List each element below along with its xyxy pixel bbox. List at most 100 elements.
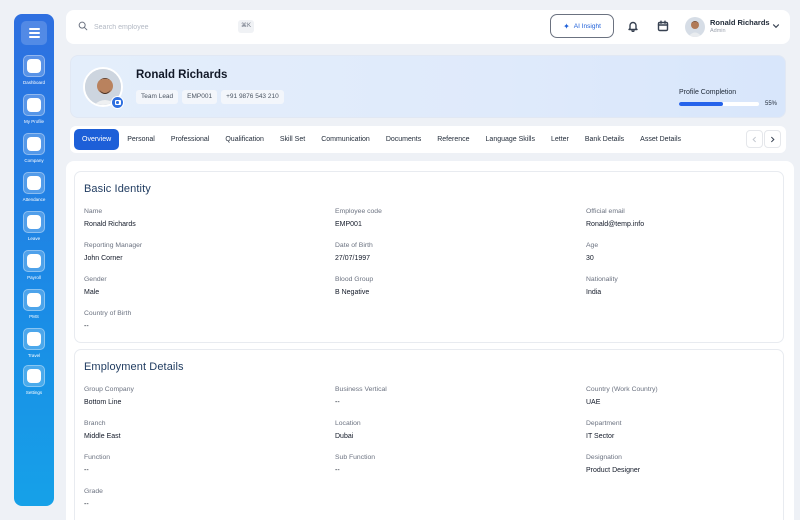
blood-group-label: Blood Group xyxy=(335,276,374,283)
tab-language-skills[interactable]: Language Skills xyxy=(478,129,543,150)
sidebar-item-dashboard[interactable]: Dashboard xyxy=(14,55,54,85)
sidebar-item-travel[interactable]: Travel xyxy=(14,328,54,358)
reporting-manager-value: John Corner xyxy=(84,255,123,262)
sidebar-item-label: Settings xyxy=(25,390,43,395)
sidebar-item-settings[interactable]: Settings xyxy=(14,365,54,395)
sidebar-item-label: My Profile xyxy=(23,119,44,124)
company-icon xyxy=(23,133,45,155)
department-label: Department xyxy=(586,420,622,427)
profile-chips: Team Lead EMP001 +91 9876 543 210 xyxy=(136,90,284,104)
sidebar-item-pms[interactable]: PMS xyxy=(14,289,54,319)
hamburger-menu-icon[interactable] xyxy=(21,21,47,45)
employee-code-chip: EMP001 xyxy=(182,90,218,104)
user-role: Admin xyxy=(710,28,726,34)
dashboard-icon xyxy=(23,55,45,77)
attendance-icon xyxy=(23,172,45,194)
branch-label: Branch xyxy=(84,420,106,427)
sub-function-value: -- xyxy=(335,467,340,474)
profile-completion-value: 55% xyxy=(765,101,778,107)
basic-identity-title: Basic Identity xyxy=(84,183,151,195)
sidebar-item-my-profile[interactable]: My Profile xyxy=(14,94,54,124)
tab-asset-details[interactable]: Asset Details xyxy=(632,129,689,150)
name-value: Ronald Richards xyxy=(84,221,136,228)
nationality-label: Nationality xyxy=(586,276,618,283)
official-email-label: Official email xyxy=(586,208,625,215)
date-of-birth-label: Date of Birth xyxy=(335,242,373,249)
country-work-country-value: UAE xyxy=(586,399,601,406)
search-input[interactable] xyxy=(94,19,224,35)
gender-label: Gender xyxy=(84,276,107,283)
calendar-icon[interactable] xyxy=(657,20,669,32)
tab-scroll-right-button[interactable] xyxy=(764,130,781,148)
business-vertical-value: -- xyxy=(335,399,340,406)
sidebar-item-label: Payroll xyxy=(27,275,41,280)
reporting-manager-label: Reporting Manager xyxy=(84,242,143,249)
profile-completion-bar xyxy=(679,102,759,106)
sidebar-item-label: Leave xyxy=(27,236,41,241)
sidebar-item-label: PMS xyxy=(29,314,39,319)
user-avatar[interactable] xyxy=(685,17,705,37)
designation-chip: Team Lead xyxy=(136,90,179,104)
name-label: Name xyxy=(84,208,103,215)
sidebar-item-label: Company xyxy=(24,158,44,163)
date-of-birth-value: 27/07/1997 xyxy=(335,255,371,262)
profile-name: Ronald Richards xyxy=(136,69,228,81)
basic-identity-card: Basic Identity Name Ronald Richards Employ… xyxy=(74,171,784,343)
tabs-fade xyxy=(720,129,748,150)
ai-insight-button[interactable]: ✦ AI Insight xyxy=(550,14,614,38)
bell-icon[interactable] xyxy=(627,20,639,32)
leave-icon xyxy=(23,211,45,233)
profile-icon xyxy=(23,94,45,116)
chevron-left-icon xyxy=(752,136,756,142)
grade-value: -- xyxy=(84,501,89,508)
content-panel: Basic Identity Name Ronald Richards Employ… xyxy=(66,161,794,520)
search-icon xyxy=(78,21,88,31)
blood-group-value: B Negative xyxy=(335,289,370,296)
employee-code-value: EMP001 xyxy=(335,221,362,228)
sidebar-item-label: Attendance xyxy=(22,197,46,202)
payroll-icon xyxy=(23,250,45,272)
designation-label: Designation xyxy=(586,454,622,461)
sidebar-item-attendance[interactable]: Attendance xyxy=(14,172,54,202)
sidebar-item-label: Travel xyxy=(27,353,41,358)
sparkle-icon: ✦ xyxy=(563,21,570,31)
tab-qualification[interactable]: Qualification xyxy=(217,129,272,150)
top-bar: ⌘K ✦ AI Insight Ronald Richards Admin xyxy=(66,10,790,44)
official-email-value: Ronald@temp.info xyxy=(586,221,645,228)
tab-communication[interactable]: Communication xyxy=(313,129,378,150)
age-value: 30 xyxy=(586,255,594,262)
tab-overview[interactable]: Overview xyxy=(74,129,120,150)
country-work-country-label: Country (Work Country) xyxy=(586,386,658,393)
sub-function-label: Sub Function xyxy=(335,454,376,461)
tab-reference[interactable]: Reference xyxy=(429,129,477,150)
nationality-value: India xyxy=(586,289,602,296)
location-value: Dubai xyxy=(335,433,354,440)
tab-scroll-left-button[interactable] xyxy=(746,130,763,148)
grade-label: Grade xyxy=(84,488,103,495)
user-name[interactable]: Ronald Richards xyxy=(710,18,770,27)
sidebar-item-label: Dashboard xyxy=(22,80,45,85)
designation-value: Product Designer xyxy=(586,467,641,474)
camera-icon[interactable] xyxy=(111,96,124,109)
tab-personal[interactable]: Personal xyxy=(119,129,163,150)
function-label: Function xyxy=(84,454,111,461)
location-label: Location xyxy=(335,420,361,427)
business-vertical-label: Business Vertical xyxy=(335,386,387,393)
sidebar-item-leave[interactable]: Leave xyxy=(14,211,54,241)
gender-value: Male xyxy=(84,289,100,296)
tab-professional[interactable]: Professional xyxy=(163,129,218,150)
tab-skill-set[interactable]: Skill Set xyxy=(272,129,313,150)
tab-letter[interactable]: Letter xyxy=(543,129,577,150)
tab-bar: Overview Personal Professional Qualificatio… xyxy=(70,126,786,153)
employment-details-title: Employment Details xyxy=(84,361,184,373)
group-company-value: Bottom Line xyxy=(84,399,122,406)
search-box[interactable]: ⌘K xyxy=(74,15,314,39)
pms-icon xyxy=(23,289,45,311)
tab-documents[interactable]: Documents xyxy=(378,129,429,150)
tab-list: Overview Personal Professional Qualificatio… xyxy=(74,129,744,150)
sidebar-item-payroll[interactable]: Payroll xyxy=(14,250,54,280)
tab-bank-details[interactable]: Bank Details xyxy=(577,129,632,150)
sidebar-item-company[interactable]: Company xyxy=(14,133,54,163)
chevron-down-icon[interactable] xyxy=(772,22,780,30)
function-value: -- xyxy=(84,467,89,474)
